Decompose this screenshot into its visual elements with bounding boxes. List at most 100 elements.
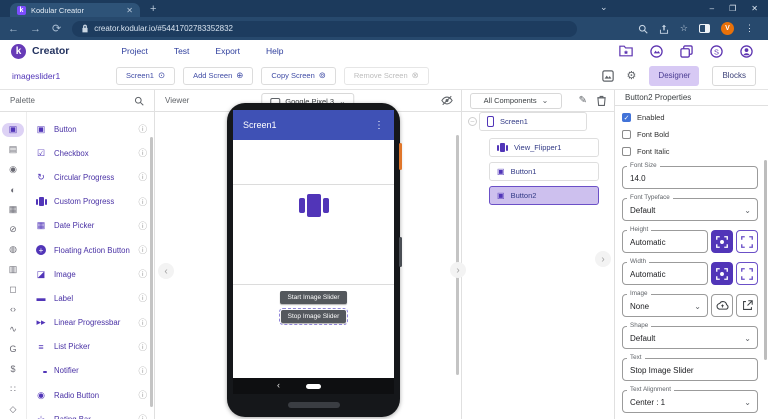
palette-item-radio-button[interactable]: ◉ Radio Button ⓘ	[27, 383, 154, 407]
menu-project[interactable]: Project	[121, 46, 147, 56]
checkbox-unchecked-icon[interactable]	[622, 130, 631, 139]
visibility-toggle-icon[interactable]	[441, 95, 453, 106]
category-layout[interactable]: ▤	[0, 140, 26, 160]
font-typeface-select[interactable]: Font Typeface Default ⌄	[622, 194, 758, 221]
settings-gear-icon[interactable]: ⚙	[627, 69, 637, 82]
tab-designer[interactable]: Designer	[649, 65, 700, 86]
category-experimental[interactable]: ∷	[0, 379, 26, 399]
palette-item-custom-progress[interactable]: Custom Progress ⓘ	[27, 190, 154, 214]
collapse-palette-handle[interactable]: ‹	[158, 263, 174, 279]
menu-export[interactable]: Export	[215, 46, 240, 56]
palette-item-notifier[interactable]: Notifier ⓘ	[27, 359, 154, 383]
category-user-interface[interactable]: ▣	[0, 120, 26, 140]
info-icon[interactable]: ⓘ	[138, 196, 147, 208]
delete-component-icon[interactable]	[597, 95, 606, 106]
info-icon[interactable]: ⓘ	[138, 365, 147, 377]
category-storage[interactable]: ▥	[0, 260, 26, 280]
category-connectivity[interactable]: ∿	[0, 319, 26, 339]
tree-item-view-flipper1[interactable]: View_Flipper1	[489, 138, 599, 157]
info-icon[interactable]: ⓘ	[138, 389, 147, 401]
kodular-logo[interactable]: k	[11, 43, 26, 59]
height-automatic-button[interactable]	[711, 230, 733, 253]
info-icon[interactable]: ⓘ	[138, 147, 147, 159]
palette-item-circular-progress[interactable]: ↻ Circular Progress ⓘ	[27, 165, 154, 189]
screens-copy-icon[interactable]	[680, 44, 693, 58]
info-icon[interactable]: ⓘ	[138, 244, 147, 256]
property-font-italic[interactable]: Font Italic	[622, 143, 758, 160]
reload-icon[interactable]: ⟳	[52, 22, 61, 35]
tab-close-icon[interactable]: ✕	[126, 6, 133, 15]
expand-components-handle[interactable]: ›	[595, 251, 611, 267]
text-alignment-select[interactable]: Text Alignment Center : 1 ⌄	[622, 386, 758, 413]
category-google[interactable]: G	[0, 339, 26, 359]
palette-item-rating-bar[interactable]: ☆ Rating Bar ⓘ	[27, 407, 154, 419]
palette-item-linear-progressbar[interactable]: ▸▸ Linear Progressbar ⓘ	[27, 311, 154, 335]
property-enabled[interactable]: ✓ Enabled	[622, 109, 758, 126]
width-automatic-button[interactable]	[711, 262, 733, 285]
category-maps[interactable]: ▦	[0, 200, 26, 220]
image-select[interactable]: Image None ⌄	[622, 290, 708, 317]
add-screen-button[interactable]: Add Screen ⊕	[183, 66, 254, 85]
browser-profile-avatar[interactable]: V	[721, 22, 734, 35]
info-icon[interactable]: ⓘ	[138, 292, 147, 304]
properties-scrollbar[interactable]	[763, 160, 767, 360]
category-drawing-animation[interactable]: ◐	[0, 180, 26, 200]
category-social[interactable]: ◍	[0, 240, 26, 260]
browser-tab[interactable]: k Kodular Creator ✕	[10, 3, 140, 17]
palette-search-icon[interactable]	[134, 96, 144, 106]
palette-item-label[interactable]: ▬ Label ⓘ	[27, 286, 154, 310]
height-fill-parent-button[interactable]	[736, 230, 758, 253]
projects-folder-icon[interactable]	[619, 45, 633, 57]
browser-menu-icon[interactable]: ⋮	[745, 23, 754, 34]
property-font-bold[interactable]: Font Bold	[622, 126, 758, 143]
tree-item-screen1[interactable]: Screen1	[479, 112, 587, 131]
coins-icon[interactable]: S	[710, 44, 723, 58]
phone-screen[interactable]: Screen1 ⋮ Start Image Slider Stop Image …	[233, 110, 394, 394]
assets-icon[interactable]	[601, 69, 614, 82]
width-field[interactable]: Width Automatic	[622, 258, 708, 285]
window-restore-button[interactable]: ❐	[729, 4, 736, 13]
tab-search-chevron-icon[interactable]: ⌄	[600, 2, 608, 13]
image-upload-button[interactable]	[711, 294, 733, 317]
info-icon[interactable]: ⓘ	[138, 341, 147, 353]
window-close-button[interactable]: ✕	[751, 4, 758, 13]
window-minimize-button[interactable]: –	[710, 4, 714, 13]
screen-selector-button[interactable]: Screen1 ⊙	[116, 66, 176, 85]
palette-scrollbar[interactable]	[150, 137, 153, 407]
palette-item-button[interactable]: ▣ Button ⓘ	[27, 117, 154, 141]
forward-icon[interactable]: →	[30, 23, 41, 35]
info-icon[interactable]: ⓘ	[138, 413, 147, 419]
remove-screen-button[interactable]: Remove Screen ⊗	[343, 66, 429, 85]
back-icon[interactable]: ←	[8, 23, 19, 35]
category-monetization[interactable]: $	[0, 359, 26, 379]
menu-test[interactable]: Test	[174, 46, 190, 56]
height-field[interactable]: Height Automatic	[622, 226, 708, 253]
width-fill-parent-button[interactable]	[736, 262, 758, 285]
rename-component-icon[interactable]: ✎	[579, 95, 587, 106]
palette-item-checkbox[interactable]: ☑ Checkbox ⓘ	[27, 141, 154, 165]
text-field[interactable]: Text Stop Image Slider	[622, 354, 758, 381]
menu-help[interactable]: Help	[266, 46, 283, 56]
category-extensions[interactable]: ◇	[0, 399, 26, 419]
view-flipper-placeholder[interactable]	[233, 185, 394, 285]
bookmark-star-icon[interactable]: ☆	[680, 23, 688, 34]
info-icon[interactable]: ⓘ	[138, 123, 147, 135]
new-tab-button[interactable]: +	[150, 3, 156, 15]
info-icon[interactable]: ⓘ	[138, 171, 147, 183]
gallery-icon[interactable]	[650, 44, 663, 58]
category-dynamic-components[interactable]: ‹›	[0, 299, 26, 319]
font-size-field[interactable]: Font Size 14.0	[622, 162, 758, 189]
expand-viewer-handle[interactable]: ›	[450, 262, 466, 278]
category-media[interactable]: ◉	[0, 160, 26, 180]
tab-blocks[interactable]: Blocks	[712, 65, 756, 86]
tree-collapse-icon[interactable]: –	[468, 117, 477, 126]
components-filter-dropdown[interactable]: All Components ⌄	[470, 92, 562, 109]
palette-item-list-picker[interactable]: ≡ List Picker ⓘ	[27, 335, 154, 359]
palette-item-fab[interactable]: + Floating Action Button ⓘ	[27, 238, 154, 262]
tree-item-button1[interactable]: ▣ Button1	[489, 162, 599, 181]
palette-item-image[interactable]: ◪ Image ⓘ	[27, 262, 154, 286]
url-box[interactable]: creator.kodular.io/#5441702783352832	[72, 20, 578, 37]
category-utilities[interactable]: ◻	[0, 280, 26, 300]
info-icon[interactable]: ⓘ	[138, 220, 147, 232]
account-icon[interactable]	[740, 44, 753, 58]
